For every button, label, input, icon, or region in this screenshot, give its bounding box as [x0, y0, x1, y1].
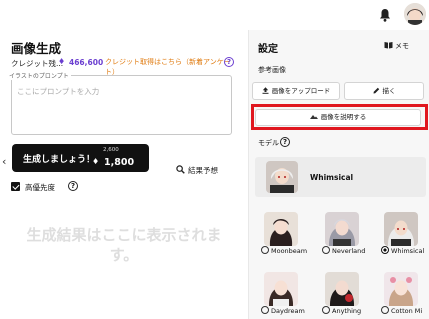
memo-button[interactable]: メモ [384, 41, 409, 51]
model-image [384, 272, 418, 306]
book-icon [384, 42, 393, 49]
user-avatar[interactable] [404, 3, 426, 25]
draw-button[interactable]: 描く [344, 82, 424, 100]
model-name: Daydream [271, 307, 305, 315]
high-priority-label: 高優先度 [25, 183, 55, 192]
model-image [325, 272, 359, 306]
original-cost: 2,600 [103, 147, 119, 153]
get-credits-link[interactable]: クレジット取得はこちら（新着アンケート） [105, 57, 236, 77]
model-thumbnail [266, 161, 298, 193]
prompt-label: イラストのプロンプト [7, 71, 71, 80]
chevron-left-icon[interactable]: ‹ [2, 155, 6, 168]
gem-icon: ♦ [58, 57, 66, 66]
model-radio[interactable] [261, 246, 269, 254]
model-radio[interactable] [381, 306, 389, 314]
model-tile-whimsical[interactable]: Whimsical [381, 212, 424, 255]
model-name: Anything [332, 307, 362, 315]
describe-image-button[interactable]: 画像を説明する [255, 109, 421, 126]
model-tile-moonbeam[interactable]: Moonbeam [261, 212, 307, 255]
prompt-placeholder: ここにプロンプトを入力 [17, 87, 100, 96]
upload-image-button[interactable]: 画像をアップロード [252, 82, 340, 100]
generate-cost: 1,800 [104, 157, 135, 168]
model-image [325, 212, 359, 246]
generation-panel: 画像生成 クレジット残... ♦ 466,600 クレジット取得はこちら（新着ア… [0, 30, 248, 319]
model-radio[interactable] [322, 246, 330, 254]
model-tile-neverland[interactable]: Neverland [322, 212, 365, 255]
empty-result-message: 生成結果はここに表示されます。 [26, 226, 222, 264]
credit-row: クレジット残... ♦ 466,600 クレジット取得はこちら（新着アンケート）… [11, 57, 236, 76]
upload-label: 画像をアップロード [271, 87, 331, 95]
model-radio[interactable] [322, 306, 330, 314]
describe-label: 画像を説明する [320, 113, 367, 121]
model-tile-daydream[interactable]: Daydream [261, 272, 305, 315]
model-name: Moonbeam [271, 247, 308, 255]
model-label: モデル [258, 139, 279, 147]
help-icon[interactable]: ? [68, 181, 78, 191]
help-icon[interactable]: ? [280, 137, 290, 147]
generate-label: 生成しましょう！ [23, 155, 96, 165]
generate-button[interactable]: 生成しましょう！ 2,600 ♦ 1,800 [12, 144, 149, 172]
gem-icon: ♦ [92, 157, 100, 166]
selected-model-name: Whimsical [310, 173, 354, 182]
model-image [264, 212, 298, 246]
settings-title: 設定 [258, 44, 278, 55]
model-tile-anything[interactable]: Anything [322, 272, 361, 315]
pencil-icon [373, 87, 379, 94]
credit-label: クレジット残... [11, 59, 64, 68]
model-name: Neverland [332, 247, 366, 255]
model-radio[interactable] [381, 246, 389, 254]
selected-model-card[interactable]: Whimsical [255, 157, 426, 197]
top-bar [0, 0, 429, 30]
search-icon [176, 165, 185, 174]
predict-label: 結果予想 [188, 166, 218, 175]
bell-icon[interactable] [379, 8, 391, 22]
reference-image-label: 参考画像 [258, 66, 286, 74]
page-title: 画像生成 [11, 41, 62, 56]
prompt-input[interactable]: ここにプロンプトを入力 結果予想 [11, 75, 232, 175]
memo-label: メモ [395, 42, 409, 50]
settings-panel: 設定 メモ 参考画像 画像をアップロード 描く 画像を説明する モデル ? Wh… [248, 30, 429, 319]
help-icon[interactable]: ? [224, 57, 234, 67]
model-name: Cotton Mi [391, 307, 423, 315]
upload-icon [262, 87, 269, 94]
image-icon [309, 115, 318, 119]
model-radio[interactable] [261, 306, 269, 314]
model-image [384, 212, 418, 246]
predict-result-button[interactable]: 結果予想 [176, 165, 218, 176]
draw-label: 描く [382, 87, 396, 95]
credit-value: 466,600 [69, 58, 104, 67]
model-image [264, 272, 298, 306]
high-priority-checkbox[interactable] [11, 182, 20, 191]
model-name: Whimsical [391, 247, 425, 255]
model-tile-cotton-mi[interactable]: Cotton Mi [381, 272, 422, 315]
